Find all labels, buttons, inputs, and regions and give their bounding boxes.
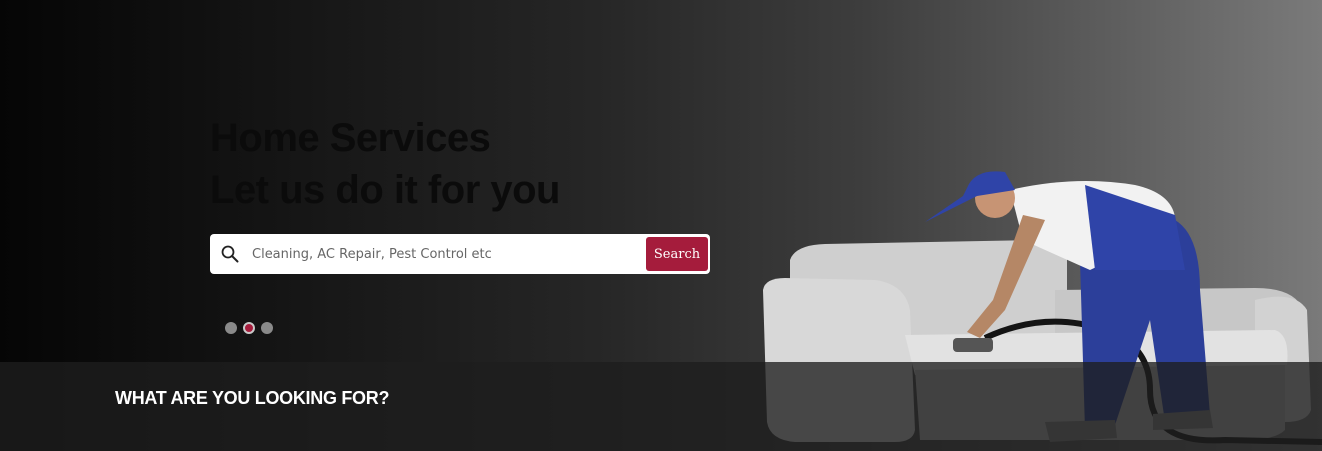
search-bar: Search — [210, 234, 710, 274]
hero-banner: Home Services Let us do it for you Searc… — [0, 0, 1322, 451]
search-input[interactable] — [250, 235, 646, 273]
slider-pagination — [225, 322, 273, 334]
slider-dot-3[interactable] — [261, 322, 273, 334]
cleaning-tool — [953, 338, 993, 352]
hero-headline: Home Services Let us do it for you — [210, 112, 560, 216]
partial-glyph — [50, 368, 64, 418]
search-button[interactable]: Search — [646, 237, 708, 271]
search-icon — [210, 234, 250, 274]
slider-dot-2[interactable] — [243, 322, 255, 334]
section-title: WHAT ARE YOU LOOKING FOR? — [115, 388, 390, 408]
slider-dot-1[interactable] — [225, 322, 237, 334]
hero-headline-line1: Home Services — [210, 116, 491, 160]
hero-headline-line2: Let us do it for you — [210, 168, 560, 212]
